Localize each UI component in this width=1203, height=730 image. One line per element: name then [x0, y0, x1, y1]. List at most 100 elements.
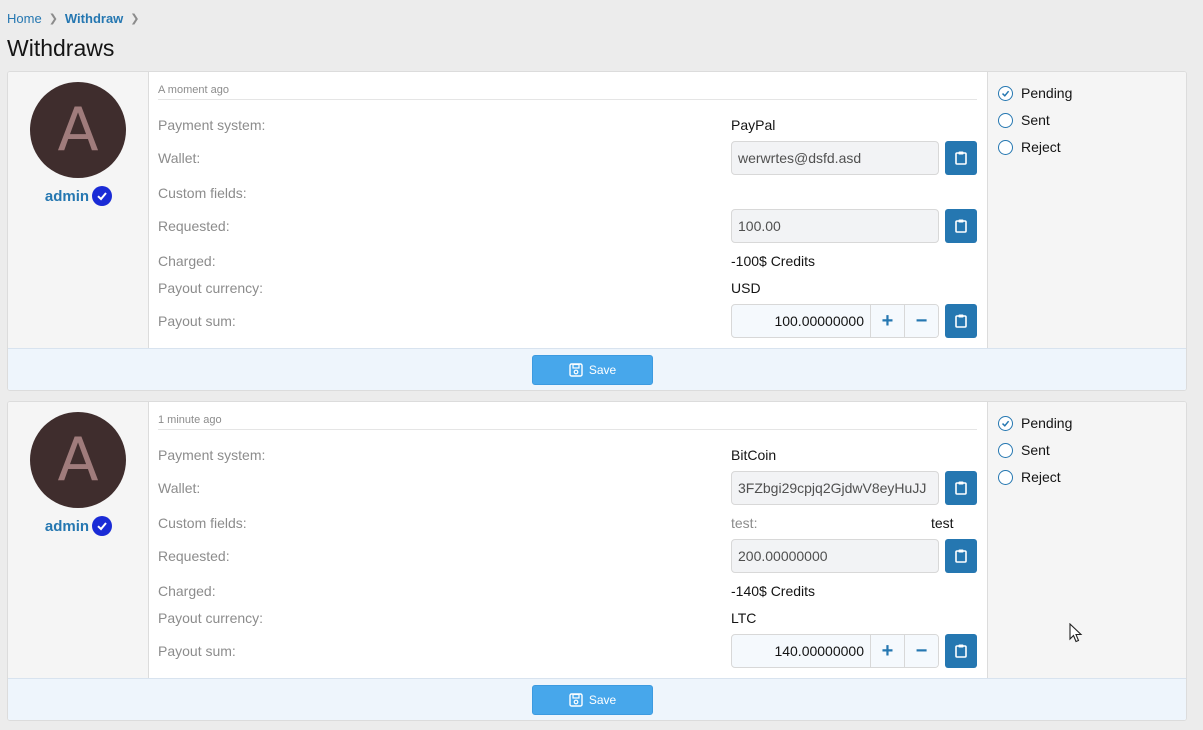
save-icon [569, 693, 583, 707]
status-column: Pending Sent Reject [987, 402, 1186, 678]
payment-system-label: Payment system: [158, 117, 266, 133]
verified-icon [92, 186, 113, 206]
breadcrumb-home[interactable]: Home [7, 11, 42, 26]
custom-fields-row: Custom fields: [158, 176, 977, 210]
custom-fields-label: Custom fields: [158, 185, 247, 201]
wallet-label: Wallet: [158, 480, 201, 496]
status-reject-radio[interactable]: Reject [998, 139, 1061, 155]
copy-requested-button[interactable] [945, 209, 977, 243]
chevron-right-icon: ❯ [130, 13, 140, 25]
wallet-row: Wallet: werwrtes@dsfd.asd [158, 141, 977, 175]
clipboard-icon [955, 644, 967, 658]
chevron-right-icon: ❯ [48, 13, 58, 25]
breadcrumb: Home ❯ Withdraw ❯ [7, 11, 147, 26]
status-reject-radio[interactable]: Reject [998, 469, 1061, 485]
status-pending-radio[interactable]: Pending [998, 415, 1072, 431]
payout-sum-label: Payout sum: [158, 643, 236, 659]
decrement-button[interactable]: − [904, 305, 938, 337]
status-pending-label: Pending [1021, 85, 1073, 101]
custom-fields-label: Custom fields: [158, 515, 247, 531]
requested-field[interactable]: 200.00000000 [731, 539, 939, 573]
payout-sum-input[interactable]: 100.00000000 [732, 305, 870, 337]
requested-row: Requested: 100.00 [158, 209, 977, 243]
timestamp: 1 minute ago [158, 414, 977, 430]
status-pending-radio[interactable]: Pending [998, 85, 1072, 101]
clipboard-icon [955, 549, 967, 563]
status-pending-label: Pending [1021, 415, 1073, 431]
user-column: A admin [8, 402, 149, 678]
user-column: A admin [8, 72, 149, 348]
custom-fields-row: Custom fields: test: test [158, 506, 977, 540]
wallet-field[interactable]: 3FZbgi29cpjq2GjdwV8eyHuJJ [731, 471, 939, 505]
check-circle-icon [998, 415, 1013, 431]
wallet-field[interactable]: werwrtes@dsfd.asd [731, 141, 939, 175]
timestamp: A moment ago [158, 84, 977, 100]
custom-field-value: test [931, 515, 954, 531]
user-info: admin [8, 516, 149, 536]
copy-wallet-button[interactable] [945, 471, 977, 505]
payout-sum-stepper[interactable]: 100.00000000 + − [731, 304, 939, 338]
payout-sum-row: Payout sum: 100.00000000 + − [158, 304, 977, 338]
clipboard-icon [955, 151, 967, 165]
withdraw-card: A admin A moment ago Payment system: Pay… [7, 71, 1187, 391]
status-reject-label: Reject [1021, 469, 1061, 485]
increment-button[interactable]: + [870, 305, 904, 337]
save-label: Save [588, 363, 617, 377]
save-button[interactable]: Save [532, 355, 653, 385]
wallet-label: Wallet: [158, 150, 201, 166]
payout-currency-value: USD [731, 280, 761, 296]
charged-value: -100$ Credits [731, 253, 816, 269]
payout-currency-label: Payout currency: [158, 280, 264, 296]
radio-circle-icon [998, 139, 1013, 155]
radio-circle-icon [998, 112, 1013, 128]
radio-circle-icon [998, 469, 1013, 485]
payout-sum-row: Payout sum: 140.00000000 + − [158, 634, 977, 668]
breadcrumb-withdraw[interactable]: Withdraw [65, 11, 123, 26]
radio-circle-icon [998, 442, 1013, 458]
copy-requested-button[interactable] [945, 539, 977, 573]
payout-sum-stepper[interactable]: 140.00000000 + − [731, 634, 939, 668]
payout-sum-input[interactable]: 140.00000000 [732, 635, 870, 667]
wallet-row: Wallet: 3FZbgi29cpjq2GjdwV8eyHuJJ [158, 471, 977, 505]
avatar[interactable]: A [30, 412, 126, 508]
save-label: Save [588, 693, 617, 707]
copy-payout-sum-button[interactable] [945, 304, 977, 338]
mouse-cursor-icon [1069, 623, 1083, 643]
avatar[interactable]: A [30, 82, 126, 178]
requested-field[interactable]: 100.00 [731, 209, 939, 243]
custom-field-key: test: [731, 515, 758, 531]
copy-payout-sum-button[interactable] [945, 634, 977, 668]
status-sent-label: Sent [1021, 442, 1050, 458]
page-title: Withdraws [7, 35, 115, 61]
payout-currency-row: Payout currency: LTC [158, 601, 977, 635]
user-info: admin [8, 186, 149, 206]
payout-currency-row: Payout currency: USD [158, 271, 977, 305]
payment-system-value: PayPal [731, 117, 776, 133]
status-reject-label: Reject [1021, 139, 1061, 155]
copy-wallet-button[interactable] [945, 141, 977, 175]
payment-system-row: Payment system: PayPal [158, 108, 977, 142]
username-link[interactable]: admin [45, 518, 89, 535]
card-footer: Save [8, 678, 1186, 720]
card-footer: Save [8, 348, 1186, 390]
requested-label: Requested: [158, 548, 230, 564]
clipboard-icon [955, 481, 967, 495]
charged-value: -140$ Credits [731, 583, 816, 599]
increment-button[interactable]: + [870, 635, 904, 667]
check-circle-icon [998, 85, 1013, 101]
status-sent-radio[interactable]: Sent [998, 112, 1050, 128]
payment-system-value: BitCoin [731, 447, 777, 463]
status-sent-radio[interactable]: Sent [998, 442, 1050, 458]
requested-label: Requested: [158, 218, 230, 234]
decrement-button[interactable]: − [904, 635, 938, 667]
save-button[interactable]: Save [532, 685, 653, 715]
clipboard-icon [955, 219, 967, 233]
payment-system-label: Payment system: [158, 447, 266, 463]
charged-label: Charged: [158, 583, 216, 599]
status-column: Pending Sent Reject [987, 72, 1186, 348]
clipboard-icon [955, 314, 967, 328]
payment-system-row: Payment system: BitCoin [158, 438, 977, 472]
username-link[interactable]: admin [45, 188, 89, 205]
verified-icon [92, 516, 113, 536]
withdraw-details: 1 minute ago Payment system: BitCoin Wal… [149, 402, 987, 678]
